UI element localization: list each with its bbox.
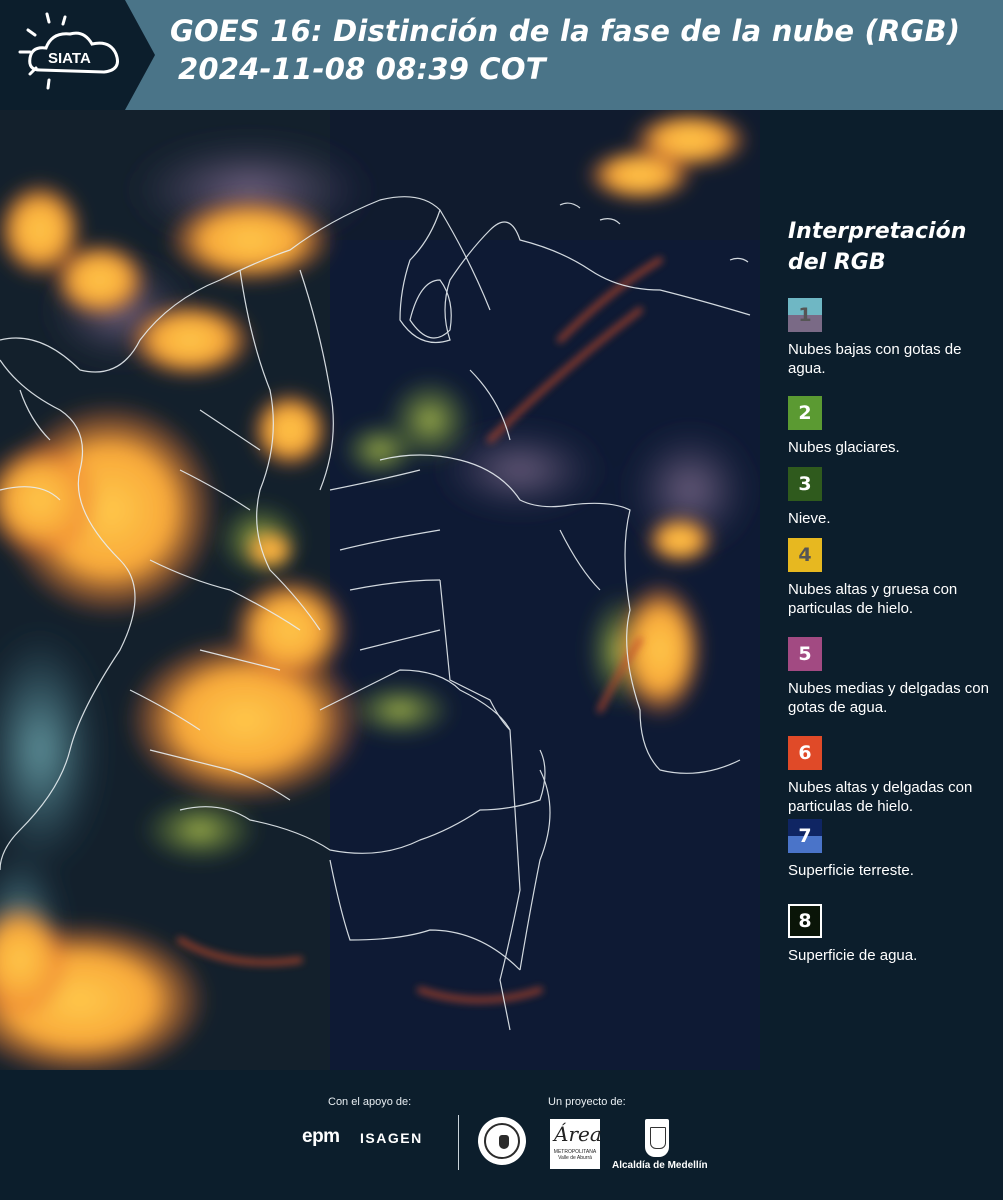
- legend-number: 5: [798, 643, 812, 665]
- legend-swatch: 2: [788, 396, 822, 430]
- title-line-1: GOES 16: Distinción de la fase de la nub…: [170, 14, 961, 48]
- legend-number: 8: [798, 910, 812, 932]
- legend-item: 3 Nieve.: [788, 467, 998, 528]
- legend-swatch: 6: [788, 736, 822, 770]
- legend-title: Interpretación del RGB: [788, 216, 966, 278]
- alcaldia-label: Alcaldía de Medellín: [612, 1160, 708, 1171]
- rgb-legend: Interpretación del RGB 1 Nubes bajas con …: [760, 110, 1003, 1070]
- legend-swatch: 8: [788, 904, 822, 938]
- title-line-2: 2024-11-08 08:39 COT: [178, 52, 546, 86]
- legend-item: 4 Nubes altas y gruesa con particulas de …: [788, 538, 998, 618]
- siata-logo: SIATA: [0, 0, 155, 110]
- footer-divider: [458, 1115, 459, 1170]
- legend-item: 5 Nubes medias y delgadas con gotas de ag…: [788, 637, 998, 717]
- legend-title-line-1: Interpretación: [788, 219, 967, 244]
- legend-number: 4: [798, 544, 812, 566]
- legend-swatch: 5: [788, 637, 822, 671]
- legend-item: 8 Superficie de agua.: [788, 904, 998, 965]
- legend-label: Superficie terreste.: [788, 862, 914, 879]
- legend-label: Superficie de agua.: [788, 947, 918, 964]
- header-bar: SIATA GOES 16: Distinción de la fase de …: [0, 0, 1003, 110]
- alcaldia-shield-icon: [645, 1119, 669, 1157]
- area-metropolitana-script: Área: [554, 1122, 602, 1146]
- legend-swatch: 4: [788, 538, 822, 572]
- project-label: Un proyecto de:: [548, 1096, 626, 1108]
- area-metropolitana-logo: Área METROPOLITANA Valle de Aburrá: [550, 1119, 602, 1169]
- legend-label: Nieve.: [788, 510, 831, 527]
- legend-item: 2 Nubes glaciares.: [788, 396, 998, 457]
- legend-swatch: 7: [788, 819, 822, 853]
- footer: Con el apoyo de: Un proyecto de: epm ISA…: [0, 1070, 1003, 1200]
- legend-number: 2: [798, 402, 812, 424]
- legend-number: 7: [798, 825, 812, 847]
- page-title: GOES 16: Distinción de la fase de la nub…: [170, 12, 960, 88]
- siata-logo-text: SIATA: [48, 50, 91, 67]
- legend-title-line-2: del RGB: [788, 250, 886, 275]
- legend-swatch: 1: [788, 298, 822, 332]
- legend-label: Nubes altas y gruesa con particulas de h…: [788, 581, 958, 617]
- legend-item: 6 Nubes altas y delgadas con particulas d…: [788, 736, 998, 816]
- legend-item: 7 Superficie terreste.: [788, 819, 998, 880]
- legend-number: 6: [798, 742, 812, 764]
- legend-label: Nubes bajas con gotas de agua.: [788, 341, 962, 377]
- legend-number: 1: [798, 304, 812, 326]
- legend-number: 3: [798, 473, 812, 495]
- legend-item: 1 Nubes bajas con gotas de agua.: [788, 298, 998, 378]
- support-label: Con el apoyo de:: [328, 1096, 412, 1108]
- isagen-logo: ISAGEN: [360, 1130, 423, 1146]
- legend-label: Nubes glaciares.: [788, 439, 900, 456]
- legend-swatch: 3: [788, 467, 822, 501]
- medellin-university-seal-icon: [478, 1117, 526, 1165]
- epm-logo: epm: [302, 1126, 340, 1147]
- satellite-rgb-map: [0, 110, 760, 1070]
- legend-label: Nubes altas y delgadas con particulas de…: [788, 779, 973, 815]
- area-metropolitana-text: METROPOLITANA Valle de Aburrá: [553, 1149, 597, 1161]
- legend-label: Nubes medias y delgadas con gotas de agu…: [788, 680, 989, 716]
